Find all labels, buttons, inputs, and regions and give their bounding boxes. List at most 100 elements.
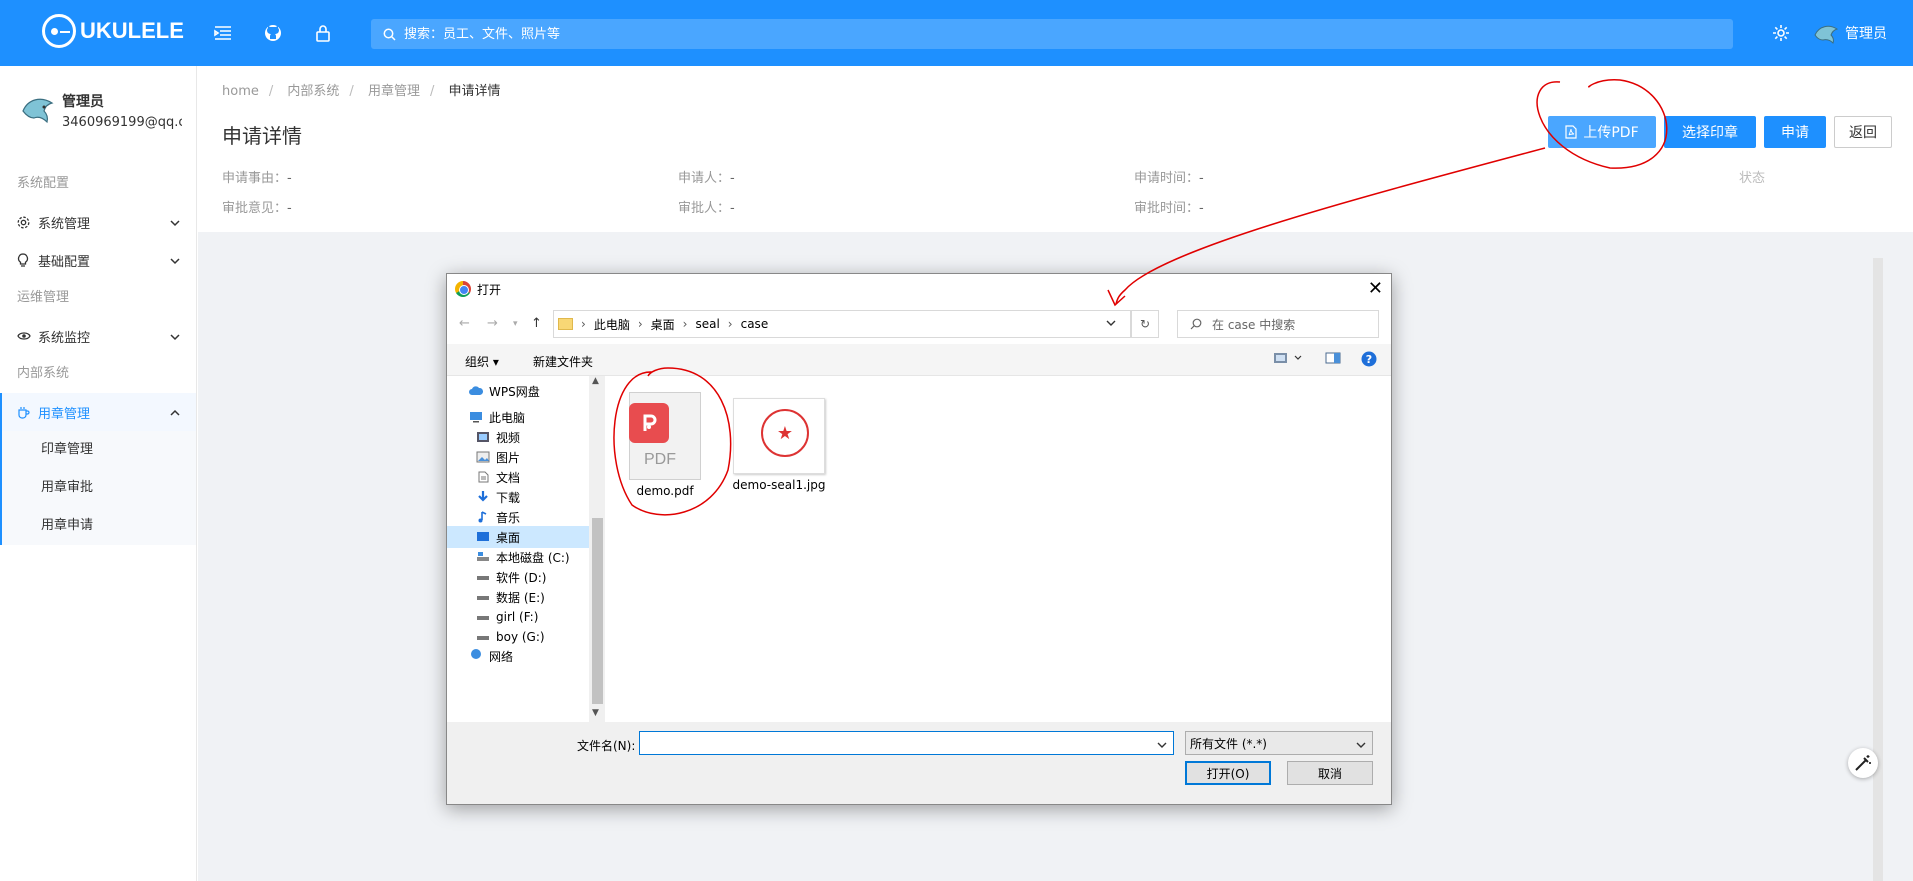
- organize-button[interactable]: 组织 ▾: [465, 353, 499, 370]
- filetype-value: 所有文件 (*.*): [1190, 736, 1267, 751]
- address-bar[interactable]: › 此电脑 › 桌面 › seal › case: [553, 310, 1131, 338]
- new-folder-button[interactable]: 新建文件夹: [533, 353, 593, 370]
- back-button[interactable]: 返回: [1834, 116, 1892, 148]
- tree-item-label: 文档: [496, 470, 521, 485]
- chevron-down-icon[interactable]: [1157, 738, 1167, 752]
- menu-fold-icon[interactable]: [210, 20, 236, 46]
- tree-scrollbar[interactable]: ▲ ▼: [589, 376, 605, 722]
- image-folder-icon: [476, 451, 490, 463]
- pdf-file-icon: PDF: [629, 392, 701, 480]
- file-pdf-icon: [1565, 125, 1577, 139]
- profile-name: 管理员: [62, 94, 104, 110]
- page-scrollbar[interactable]: [1873, 258, 1883, 881]
- lock-icon[interactable]: [310, 20, 336, 46]
- tree-item-drive-f[interactable]: girl (F:): [476, 606, 538, 628]
- filename-field[interactable]: [639, 731, 1174, 755]
- field-approve-time: 审批时间：-: [1134, 197, 1204, 216]
- dialog-search-placeholder: 在 case 中搜索: [1212, 317, 1296, 332]
- chevron-down-icon[interactable]: ▼: [592, 708, 599, 718]
- path-separator: ›: [581, 317, 586, 331]
- tree-item-label: girl (F:): [496, 610, 539, 624]
- tree-item-videos[interactable]: 视频: [476, 426, 520, 448]
- menu-group-title: 系统配置: [17, 176, 70, 191]
- forward-arrow-icon[interactable]: →: [487, 316, 498, 331]
- sidebar-item-system-monitor[interactable]: 系统监控: [0, 317, 196, 355]
- dialog-titlebar[interactable]: 打开 ✕: [447, 274, 1391, 304]
- filename-input[interactable]: [640, 732, 1140, 752]
- tree-item-drive-e[interactable]: 数据 (E:): [476, 586, 545, 608]
- preview-pane-icon[interactable]: [1325, 352, 1341, 367]
- view-mode-icon[interactable]: [1273, 352, 1303, 367]
- user-menu[interactable]: 管理员: [1813, 21, 1887, 45]
- sidebar-item-basic-config[interactable]: 基础配置: [0, 241, 196, 279]
- sidebar-subitem-seal-review[interactable]: 用章审批: [2, 469, 196, 507]
- cup-icon: [17, 405, 31, 419]
- select-seal-button[interactable]: 选择印章: [1664, 116, 1756, 148]
- tree-item-pictures[interactable]: 图片: [476, 446, 520, 468]
- global-search[interactable]: [371, 19, 1733, 49]
- tree-item-drive-c[interactable]: 本地磁盘 (C:): [476, 546, 570, 568]
- path-segment[interactable]: 桌面: [651, 316, 675, 333]
- breadcrumb-item[interactable]: 用章管理: [368, 84, 420, 99]
- app-logo[interactable]: UKULELE: [42, 14, 184, 48]
- gear-icon[interactable]: [1768, 20, 1794, 46]
- back-arrow-icon[interactable]: ←: [459, 316, 470, 331]
- tree-item-documents[interactable]: 文档: [476, 466, 520, 488]
- field-label: 申请人：: [678, 171, 731, 186]
- path-separator: ›: [637, 317, 643, 331]
- path-segment[interactable]: seal: [695, 317, 719, 331]
- tree-item-label: 图片: [496, 450, 521, 465]
- tree-item-music[interactable]: 音乐: [476, 506, 520, 528]
- search-icon: [383, 28, 396, 41]
- chevron-up-icon[interactable]: ▲: [592, 376, 599, 386]
- tree-item-this-pc[interactable]: 此电脑: [469, 406, 525, 428]
- tree-item-wps[interactable]: WPS网盘: [469, 380, 540, 402]
- tree-item-drive-d[interactable]: 软件 (D:): [476, 566, 546, 588]
- top-header: UKULELE 管理员: [0, 0, 1913, 66]
- close-icon[interactable]: ✕: [1368, 278, 1383, 299]
- cloud-icon: [469, 386, 483, 395]
- apply-button[interactable]: 申请: [1764, 116, 1826, 148]
- breadcrumb-item[interactable]: 内部系统: [287, 84, 339, 99]
- side-menu: 系统配置 系统管理 基础配置 运维管理 系统监控 内部系统 用章管理 印章管理 …: [0, 165, 196, 545]
- file-item-demo-seal[interactable]: ★ demo-seal1.jpg: [731, 398, 827, 492]
- sidebar-subitem-seal-apply[interactable]: 用章申请: [2, 507, 196, 545]
- sidebar-subitem-seal-admin[interactable]: 印章管理: [2, 431, 196, 469]
- dialog-toolbar: 组织 ▾ 新建文件夹 ?: [447, 344, 1391, 376]
- refresh-icon[interactable]: ↻: [1131, 310, 1159, 338]
- drive-icon: [477, 576, 489, 580]
- tree-item-label: 网络: [489, 650, 514, 662]
- help-icon[interactable]: ?: [1361, 351, 1377, 370]
- tree-item-label: boy (G:): [496, 630, 545, 644]
- wps-pdf-badge: [629, 403, 669, 443]
- dialog-search[interactable]: 在 case 中搜索: [1177, 310, 1379, 338]
- cancel-button[interactable]: 取消: [1287, 761, 1373, 785]
- up-arrow-icon[interactable]: ↑: [531, 316, 542, 331]
- breadcrumb-item[interactable]: home: [222, 84, 259, 99]
- magic-wand-button[interactable]: [1848, 748, 1878, 778]
- github-icon[interactable]: [260, 20, 286, 46]
- sidebar-item-system-mgmt[interactable]: 系统管理: [0, 203, 196, 241]
- drive-icon: [477, 616, 489, 620]
- tree-item-downloads[interactable]: 下载: [476, 486, 520, 508]
- chevron-down-icon[interactable]: [1106, 316, 1116, 330]
- open-button[interactable]: 打开(O): [1185, 761, 1271, 785]
- upload-pdf-button[interactable]: 上传PDF: [1548, 116, 1656, 148]
- path-segment[interactable]: case: [741, 317, 769, 331]
- tree-item-label: 音乐: [496, 510, 521, 525]
- field-value: -: [1199, 201, 1204, 216]
- music-icon: [478, 511, 487, 523]
- filetype-select[interactable]: 所有文件 (*.*): [1185, 731, 1373, 755]
- sidebar-item-seal-mgmt[interactable]: 用章管理: [2, 393, 196, 431]
- tree-item-drive-g[interactable]: boy (G:): [476, 626, 545, 648]
- search-input[interactable]: [402, 25, 1202, 43]
- file-item-demo-pdf[interactable]: PDF demo.pdf: [625, 392, 705, 498]
- tree-item-desktop[interactable]: 桌面: [447, 526, 589, 548]
- logo-icon: [42, 14, 76, 48]
- path-segment[interactable]: 此电脑: [594, 316, 630, 333]
- tree-item-network[interactable]: 网络: [469, 648, 513, 662]
- breadcrumb: home / 内部系统 / 用章管理 / 申请详情: [222, 84, 501, 99]
- chevron-down-icon: [170, 330, 180, 345]
- tree-scroll-thumb[interactable]: [592, 518, 603, 704]
- recent-dropdown-icon[interactable]: ▾: [513, 319, 518, 329]
